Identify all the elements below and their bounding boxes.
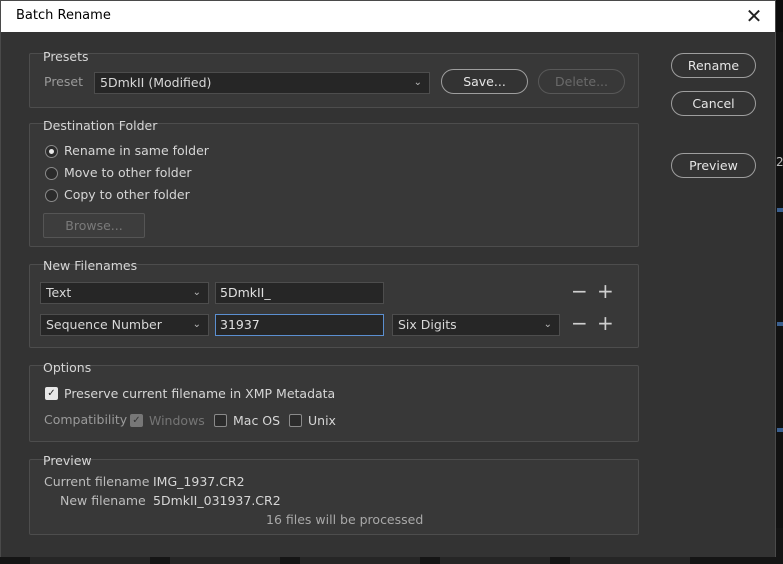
- cancel-button[interactable]: Cancel: [671, 91, 756, 116]
- remove-row-button[interactable]: −: [571, 313, 588, 333]
- presets-group-label: Presets: [43, 49, 89, 64]
- remove-row-button[interactable]: −: [571, 281, 588, 301]
- batch-rename-dialog: Batch Rename ✕ Rename Cancel Preview Pre…: [0, 0, 776, 557]
- delete-preset-button[interactable]: Delete...: [538, 69, 625, 94]
- preset-select-value: 5DmkII (Modified): [100, 75, 212, 90]
- new-filename-value: 5DmkII_031937.CR2: [153, 493, 281, 508]
- windows-checkbox: ✓: [130, 414, 143, 427]
- filename-text-input[interactable]: 5DmkII_: [215, 282, 384, 304]
- dialog-title: Batch Rename: [16, 8, 111, 23]
- new-filenames-group-label: New Filenames: [43, 258, 138, 273]
- digits-format-value: Six Digits: [398, 317, 457, 332]
- filename-element-type-select[interactable]: Sequence Number ⌄: [40, 314, 209, 336]
- macos-checkbox[interactable]: [214, 414, 227, 427]
- files-count-text: 16 files will be processed: [266, 512, 424, 527]
- rename-button[interactable]: Rename: [671, 53, 756, 78]
- chevron-down-icon: ⌄: [413, 77, 422, 88]
- current-filename-label: Current filename: [44, 474, 150, 489]
- radio-copy-other-folder[interactable]: [45, 189, 58, 202]
- dialog-content: Rename Cancel Preview Presets Preset 5Dm…: [1, 32, 775, 557]
- chevron-down-icon: ⌄: [192, 319, 201, 330]
- preview-group-label: Preview: [43, 453, 92, 468]
- unix-label[interactable]: Unix: [308, 413, 336, 428]
- windows-label: Windows: [149, 413, 205, 428]
- filename-element-type-value: Text: [46, 285, 72, 300]
- current-filename-value: IMG_1937.CR2: [153, 474, 245, 489]
- options-group-label: Options: [43, 360, 92, 375]
- copy-other-folder-label[interactable]: Copy to other folder: [64, 187, 190, 202]
- background-marker: [777, 322, 783, 326]
- add-row-button[interactable]: +: [597, 313, 614, 333]
- filename-element-type-value: Sequence Number: [46, 317, 162, 332]
- background-edge: [775, 32, 783, 532]
- preset-label: Preset: [44, 74, 83, 89]
- close-icon[interactable]: ✕: [742, 4, 766, 28]
- new-filename-label: New filename: [60, 493, 146, 508]
- background-marker: [777, 428, 783, 432]
- background-digit: 2: [776, 155, 783, 169]
- digits-format-select[interactable]: Six Digits ⌄: [392, 314, 560, 336]
- destination-group-label: Destination Folder: [43, 118, 158, 133]
- compatibility-label: Compatibility: [44, 412, 128, 427]
- preset-select[interactable]: 5DmkII (Modified) ⌄: [94, 72, 430, 94]
- macos-label[interactable]: Mac OS: [233, 413, 280, 428]
- preserve-filename-checkbox[interactable]: ✓: [45, 387, 58, 400]
- move-other-folder-label[interactable]: Move to other folder: [64, 165, 192, 180]
- rename-same-folder-label[interactable]: Rename in same folder: [64, 143, 209, 158]
- filename-element-type-select[interactable]: Text ⌄: [40, 282, 209, 304]
- chevron-down-icon: ⌄: [543, 319, 552, 330]
- title-bar: Batch Rename ✕: [1, 1, 775, 32]
- preserve-filename-label[interactable]: Preserve current filename in XMP Metadat…: [64, 386, 335, 401]
- chevron-down-icon: ⌄: [192, 287, 201, 298]
- browse-button[interactable]: Browse...: [43, 213, 145, 238]
- add-row-button[interactable]: +: [597, 281, 614, 301]
- unix-checkbox[interactable]: [289, 414, 302, 427]
- save-preset-button[interactable]: Save...: [441, 69, 528, 94]
- preview-button[interactable]: Preview: [671, 153, 756, 178]
- radio-move-other-folder[interactable]: [45, 167, 58, 180]
- sequence-number-input[interactable]: 31937: [215, 314, 384, 336]
- background-marker: [777, 208, 783, 212]
- radio-rename-same-folder[interactable]: [45, 145, 58, 158]
- options-group: [29, 365, 639, 442]
